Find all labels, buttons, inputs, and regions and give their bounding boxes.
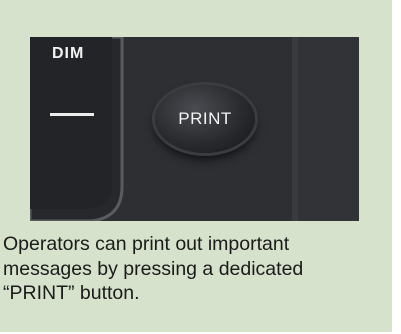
print-button: PRINT <box>155 85 255 153</box>
caption-line: “PRINT” button. <box>3 282 140 304</box>
caption-line: Operators can print out important <box>3 233 290 255</box>
caption: Operators can print out important messag… <box>3 232 399 306</box>
caption-line: messages by pressing a dedicated <box>3 257 304 280</box>
dim-label: DIM <box>52 45 85 62</box>
device-photo: DIM PRINT <box>30 37 359 221</box>
print-button-label: PRINT <box>178 109 232 128</box>
feature-card: DIM PRINT Operators can print out import… <box>0 0 392 332</box>
